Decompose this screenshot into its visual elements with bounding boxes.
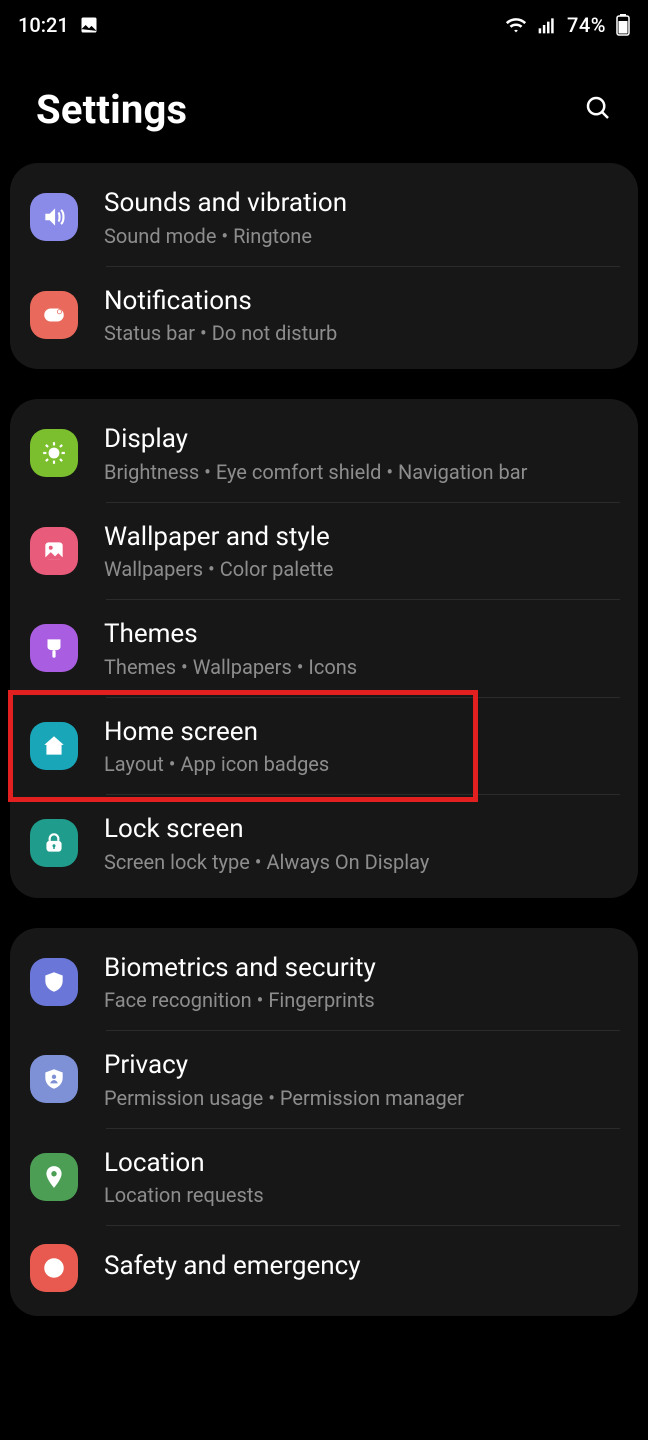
battery-percentage: 74% [567, 13, 606, 37]
location-icon [30, 1153, 78, 1201]
settings-group: Display Brightness • Eye comfort shield … [10, 399, 638, 898]
settings-item-biometrics[interactable]: Biometrics and security Face recognition… [10, 934, 638, 1031]
settings-item-notifications[interactable]: Notifications Status bar • Do not distur… [10, 267, 638, 364]
settings-item-title: Notifications [104, 285, 616, 318]
settings-item-home-screen[interactable]: Home screen Layout • App icon badges [10, 698, 638, 795]
settings-list: Sounds and vibration Sound mode • Ringto… [0, 163, 648, 1316]
settings-group: Sounds and vibration Sound mode • Ringto… [10, 163, 638, 369]
home-icon [30, 722, 78, 770]
settings-item-title: Home screen [104, 716, 616, 749]
settings-item-title: Display [104, 423, 616, 456]
lock-icon [30, 819, 78, 867]
settings-item-subtitle: Wallpapers • Color palette [104, 557, 616, 581]
shield-icon [30, 958, 78, 1006]
settings-item-lock-screen[interactable]: Lock screen Screen lock type • Always On… [10, 795, 638, 892]
settings-item-title: Safety and emergency [104, 1250, 616, 1283]
settings-item-title: Themes [104, 618, 616, 651]
page-title: Settings [36, 86, 187, 133]
settings-item-subtitle: Screen lock type • Always On Display [104, 850, 616, 874]
settings-group: Biometrics and security Face recognition… [10, 928, 638, 1317]
bell-icon [30, 291, 78, 339]
search-icon [583, 93, 613, 126]
settings-item-subtitle: Layout • App icon badges [104, 752, 616, 776]
battery-icon [616, 14, 630, 36]
settings-item-subtitle: Status bar • Do not disturb [104, 321, 616, 345]
settings-item-themes[interactable]: Themes Themes • Wallpapers • Icons [10, 600, 638, 697]
settings-item-display[interactable]: Display Brightness • Eye comfort shield … [10, 405, 638, 502]
settings-item-subtitle: Sound mode • Ringtone [104, 224, 616, 248]
signal-icon [537, 15, 557, 35]
settings-item-title: Biometrics and security [104, 952, 616, 985]
status-time: 10:21 [18, 13, 69, 37]
settings-item-title: Lock screen [104, 813, 616, 846]
sos-icon [30, 1244, 78, 1292]
settings-item-safety[interactable]: Safety and emergency [10, 1226, 638, 1310]
settings-item-subtitle: Location requests [104, 1183, 616, 1207]
search-button[interactable] [576, 88, 620, 132]
settings-item-sounds[interactable]: Sounds and vibration Sound mode • Ringto… [10, 169, 638, 266]
picture-indicator-icon [79, 15, 99, 35]
settings-item-subtitle: Face recognition • Fingerprints [104, 988, 616, 1012]
settings-header: Settings [0, 50, 648, 163]
settings-item-title: Location [104, 1147, 616, 1180]
settings-item-title: Sounds and vibration [104, 187, 616, 220]
settings-item-subtitle: Themes • Wallpapers • Icons [104, 655, 616, 679]
settings-item-location[interactable]: Location Location requests [10, 1129, 638, 1226]
picture-icon [30, 527, 78, 575]
settings-item-subtitle: Brightness • Eye comfort shield • Naviga… [104, 460, 616, 484]
brush-icon [30, 624, 78, 672]
settings-item-privacy[interactable]: Privacy Permission usage • Permission ma… [10, 1031, 638, 1128]
settings-item-subtitle: Permission usage • Permission manager [104, 1086, 616, 1110]
status-bar: 10:21 74% [0, 0, 648, 50]
wifi-icon [505, 14, 527, 36]
sun-icon [30, 429, 78, 477]
settings-item-title: Wallpaper and style [104, 521, 616, 554]
settings-item-wallpaper[interactable]: Wallpaper and style Wallpapers • Color p… [10, 503, 638, 600]
privacy-icon [30, 1055, 78, 1103]
speaker-icon [30, 193, 78, 241]
settings-item-title: Privacy [104, 1049, 616, 1082]
